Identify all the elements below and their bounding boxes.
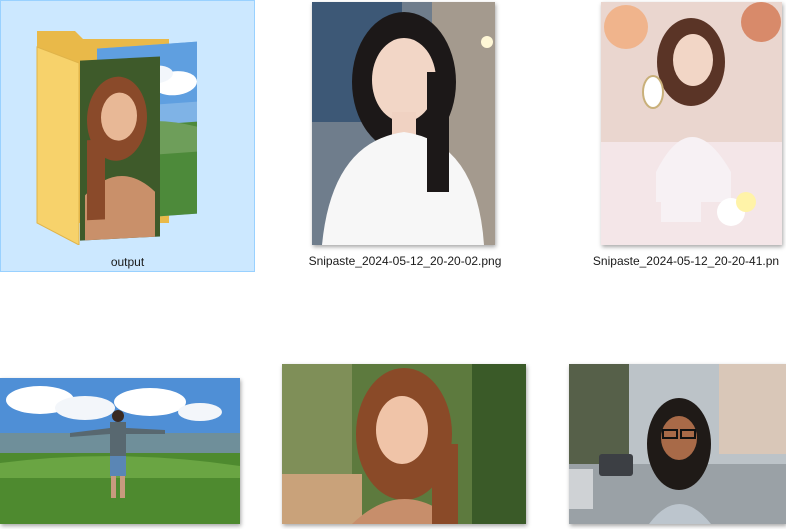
image-thumbnail [282,364,526,524]
file-tile-output[interactable]: output [0,0,255,272]
file-tile-image[interactable] [270,360,540,529]
file-label: output [110,255,145,269]
file-tile-image[interactable]: Snipaste_2024-05-12_20-20-41.pn [586,0,786,272]
file-tile-image[interactable] [556,360,786,529]
image-thumbnail [312,2,495,245]
file-label: Snipaste_2024-05-12_20-20-41.pn [592,254,780,268]
image-thumbnail [0,378,240,524]
file-tile-image[interactable]: Snipaste_2024-05-12_20-20-02.png [300,0,510,272]
image-thumbnail [601,2,782,245]
folder-icon [35,23,205,246]
file-tile-image[interactable] [0,360,255,529]
file-label: Snipaste_2024-05-12_20-20-02.png [308,254,502,268]
image-thumbnail [569,364,786,524]
